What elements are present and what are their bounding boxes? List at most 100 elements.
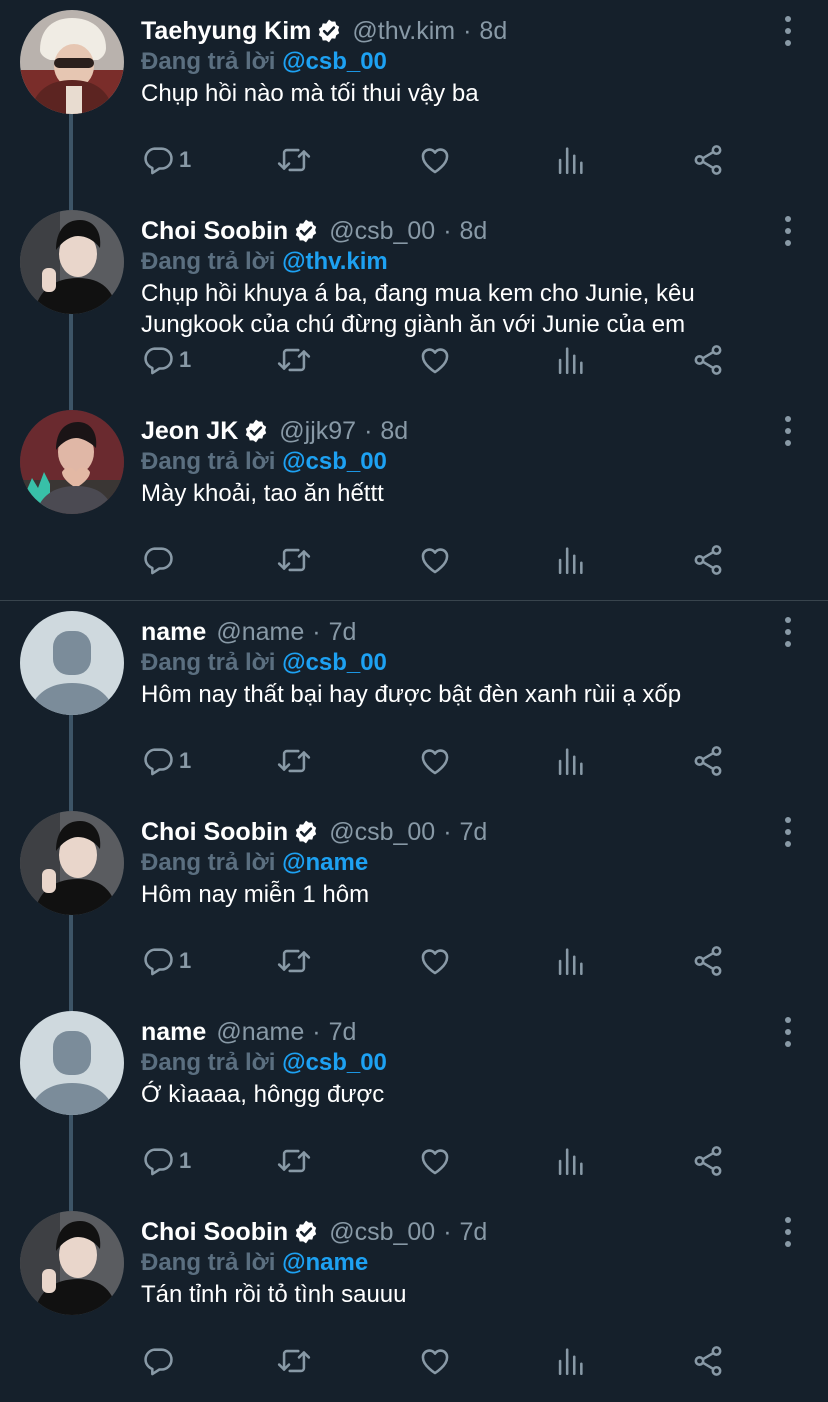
tweet-header: Choi Soobin @csb_00 · 7d: [141, 1215, 487, 1249]
author-name[interactable]: Choi Soobin: [141, 217, 288, 246]
share-button[interactable]: [691, 741, 725, 781]
retweet-button[interactable]: [275, 1141, 313, 1181]
tweet[interactable]: Taehyung Kim @thv.kim · 8d Đang trả lời @csb…: [0, 0, 828, 200]
like-button[interactable]: [417, 340, 453, 380]
reply-button[interactable]: 1: [141, 340, 191, 380]
tweet-header: Taehyung Kim @thv.kim · 8d: [141, 14, 507, 48]
replying-to-mention[interactable]: @csb_00: [282, 649, 387, 676]
timestamp[interactable]: 8d: [479, 17, 507, 46]
retweet-button[interactable]: [275, 540, 313, 580]
author-name[interactable]: name: [141, 1018, 206, 1047]
replying-to-label: Đang trả lời: [141, 1249, 276, 1276]
retweet-button[interactable]: [275, 1341, 313, 1381]
like-button[interactable]: [417, 1141, 453, 1181]
share-icon: [691, 1144, 725, 1178]
share-button[interactable]: [691, 340, 725, 380]
tweet-header: name @name · 7d: [141, 1015, 356, 1049]
timestamp[interactable]: 8d: [460, 217, 488, 246]
more-icon[interactable]: [780, 617, 796, 647]
avatar[interactable]: [20, 410, 124, 514]
tweet-text: Chụp hồi khuya á ba, đang mua kem cho Ju…: [141, 280, 695, 338]
author-handle[interactable]: @thv.kim: [352, 17, 455, 46]
share-button[interactable]: [691, 140, 725, 180]
replying-to-label: Đang trả lời: [141, 248, 276, 275]
timestamp[interactable]: 7d: [460, 818, 488, 847]
reply-button[interactable]: 1: [141, 741, 191, 781]
analytics-button[interactable]: [555, 941, 585, 981]
timestamp[interactable]: 7d: [460, 1218, 488, 1247]
reply-button[interactable]: 1: [141, 941, 191, 981]
more-icon[interactable]: [780, 416, 796, 446]
reply-button[interactable]: [141, 1341, 179, 1381]
more-icon[interactable]: [780, 817, 796, 847]
tweet-text: Mày khoải, tao ăn hếttt: [141, 480, 384, 507]
retweet-button[interactable]: [275, 741, 313, 781]
reply-icon: [141, 143, 175, 177]
thread-group: name @name · 7d Đang trả lời @csb_00 Hôm nay …: [0, 601, 828, 1401]
avatar[interactable]: [20, 210, 124, 314]
avatar[interactable]: [20, 10, 124, 114]
replying-to-mention[interactable]: @csb_00: [282, 448, 387, 475]
analytics-button[interactable]: [555, 140, 585, 180]
author-name[interactable]: name: [141, 618, 206, 647]
author-handle[interactable]: @csb_00: [329, 1218, 435, 1247]
reply-button[interactable]: [141, 540, 179, 580]
replying-to-mention[interactable]: @thv.kim: [282, 248, 388, 275]
analytics-button[interactable]: [555, 741, 585, 781]
retweet-button[interactable]: [275, 140, 313, 180]
timestamp[interactable]: 8d: [380, 417, 408, 446]
share-button[interactable]: [691, 1341, 725, 1381]
replying-to-mention[interactable]: @name: [282, 1249, 368, 1276]
reply-button[interactable]: 1: [141, 1141, 191, 1181]
retweet-button[interactable]: [275, 941, 313, 981]
avatar[interactable]: [20, 1211, 124, 1315]
like-button[interactable]: [417, 540, 453, 580]
analytics-button[interactable]: [555, 1141, 585, 1181]
analytics-button[interactable]: [555, 540, 585, 580]
like-button[interactable]: [417, 741, 453, 781]
retweet-button[interactable]: [275, 340, 313, 380]
tweet[interactable]: name @name · 7d Đang trả lời @csb_00 Hôm nay …: [0, 601, 828, 801]
more-icon[interactable]: [780, 16, 796, 46]
share-button[interactable]: [691, 1141, 725, 1181]
timestamp[interactable]: 7d: [329, 1018, 357, 1047]
replying-to-mention[interactable]: @csb_00: [282, 48, 387, 75]
tweet[interactable]: name @name · 7d Đang trả lời @csb_00 Ớ kìaaaa…: [0, 1001, 828, 1201]
analytics-button[interactable]: [555, 1341, 585, 1381]
analytics-button[interactable]: [555, 340, 585, 380]
author-handle[interactable]: @csb_00: [329, 818, 435, 847]
author-name[interactable]: Taehyung Kim: [141, 17, 311, 46]
tweet[interactable]: Choi Soobin @csb_00 · 7d Đang trả lời @name T…: [0, 1201, 828, 1401]
more-icon[interactable]: [780, 216, 796, 246]
tweet[interactable]: Choi Soobin @csb_00 · 8d Đang trả lời @thv.k…: [0, 200, 828, 400]
like-button[interactable]: [417, 1341, 453, 1381]
analytics-icon: [555, 343, 585, 377]
author-handle[interactable]: @jjk97: [279, 417, 356, 446]
avatar[interactable]: [20, 1011, 124, 1115]
reply-icon: [141, 343, 175, 377]
author-name[interactable]: Choi Soobin: [141, 1218, 288, 1247]
tweet-header: Choi Soobin @csb_00 · 8d: [141, 214, 487, 248]
share-button[interactable]: [691, 941, 725, 981]
analytics-icon: [555, 944, 585, 978]
like-button[interactable]: [417, 941, 453, 981]
more-icon[interactable]: [780, 1017, 796, 1047]
author-handle[interactable]: @name: [216, 1018, 304, 1047]
tweet[interactable]: Jeon JK @jjk97 · 8d Đang trả lời @csb_00 Mày …: [0, 400, 828, 600]
like-button[interactable]: [417, 140, 453, 180]
replying-to-mention[interactable]: @csb_00: [282, 1049, 387, 1076]
more-icon[interactable]: [780, 1217, 796, 1247]
tweet[interactable]: Choi Soobin @csb_00 · 7d Đang trả lời @name H…: [0, 801, 828, 1001]
author-name[interactable]: Choi Soobin: [141, 818, 288, 847]
share-icon: [691, 343, 725, 377]
avatar[interactable]: [20, 811, 124, 915]
author-handle[interactable]: @csb_00: [329, 217, 435, 246]
share-button[interactable]: [691, 540, 725, 580]
author-handle[interactable]: @name: [216, 618, 304, 647]
timestamp[interactable]: 7d: [329, 618, 357, 647]
author-name[interactable]: Jeon JK: [141, 417, 238, 446]
retweet-icon: [275, 543, 313, 577]
reply-button[interactable]: 1: [141, 140, 191, 180]
replying-to-mention[interactable]: @name: [282, 849, 368, 876]
avatar[interactable]: [20, 611, 124, 715]
